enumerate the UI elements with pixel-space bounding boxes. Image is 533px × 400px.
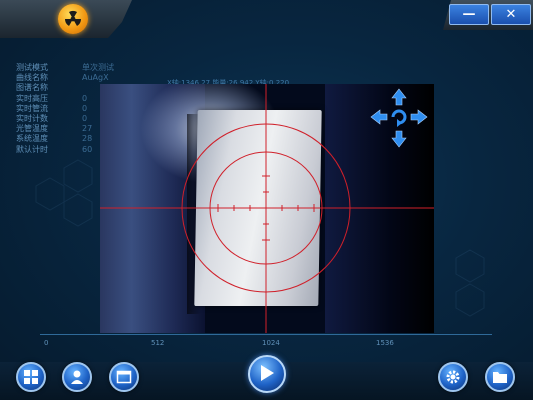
scale-tick-label: 1536 (376, 339, 394, 347)
folder-icon (493, 372, 507, 383)
info-row: 曲线名称 AuAgX (16, 73, 114, 83)
info-label: 曲线名称 (16, 73, 48, 83)
info-value: 0 (82, 103, 88, 113)
scale-tick-label: 0 (44, 339, 49, 347)
folder-button[interactable] (485, 362, 515, 392)
play-icon (261, 365, 274, 381)
arrow-pad (370, 88, 428, 148)
info-value: 27 (82, 124, 93, 134)
info-label: 实时高压 (16, 93, 48, 103)
info-label: 光管温度 (16, 124, 48, 134)
channel-scale: 0 512 1024 1536 (40, 332, 492, 352)
minimize-button[interactable]: — (449, 4, 489, 25)
start-button[interactable] (248, 355, 286, 393)
info-row: 测试模式 单次测试 (16, 63, 114, 73)
info-label: 测试模式 (16, 63, 48, 72)
scale-line (40, 334, 492, 335)
info-value: 0 (82, 114, 88, 124)
arrow-left-icon[interactable] (370, 109, 388, 125)
info-label: 系统温度 (16, 134, 48, 144)
info-label: 图谱名称 (16, 83, 48, 93)
info-value: 28 (82, 134, 93, 144)
windows-icon (24, 370, 38, 384)
scale-tick-label: 512 (151, 339, 165, 347)
info-value: 单次测试 (82, 63, 114, 72)
windows-button[interactable] (16, 362, 46, 392)
info-label: 实时计数 (16, 114, 48, 124)
close-button[interactable]: ✕ (491, 4, 531, 25)
arrow-down-icon[interactable] (391, 130, 407, 148)
rotate-icon[interactable] (391, 109, 407, 127)
arrow-right-icon[interactable] (410, 109, 428, 125)
settings-button[interactable] (438, 362, 468, 392)
info-value: 0 (82, 93, 88, 103)
info-label: 实时管流 (16, 103, 48, 113)
user-icon (71, 370, 83, 384)
window-icon (116, 370, 132, 384)
info-value: 60 (82, 144, 93, 154)
camera-view[interactable] (100, 84, 434, 333)
window-button[interactable] (109, 362, 139, 392)
arrow-up-icon[interactable] (391, 88, 407, 106)
settings-icon (446, 370, 460, 384)
radiation-icon (58, 4, 88, 34)
info-value: AuAgX (82, 73, 109, 83)
info-label: 默认计时 (16, 144, 48, 154)
user-button[interactable] (62, 362, 92, 392)
scale-tick-label: 1024 (262, 339, 280, 347)
